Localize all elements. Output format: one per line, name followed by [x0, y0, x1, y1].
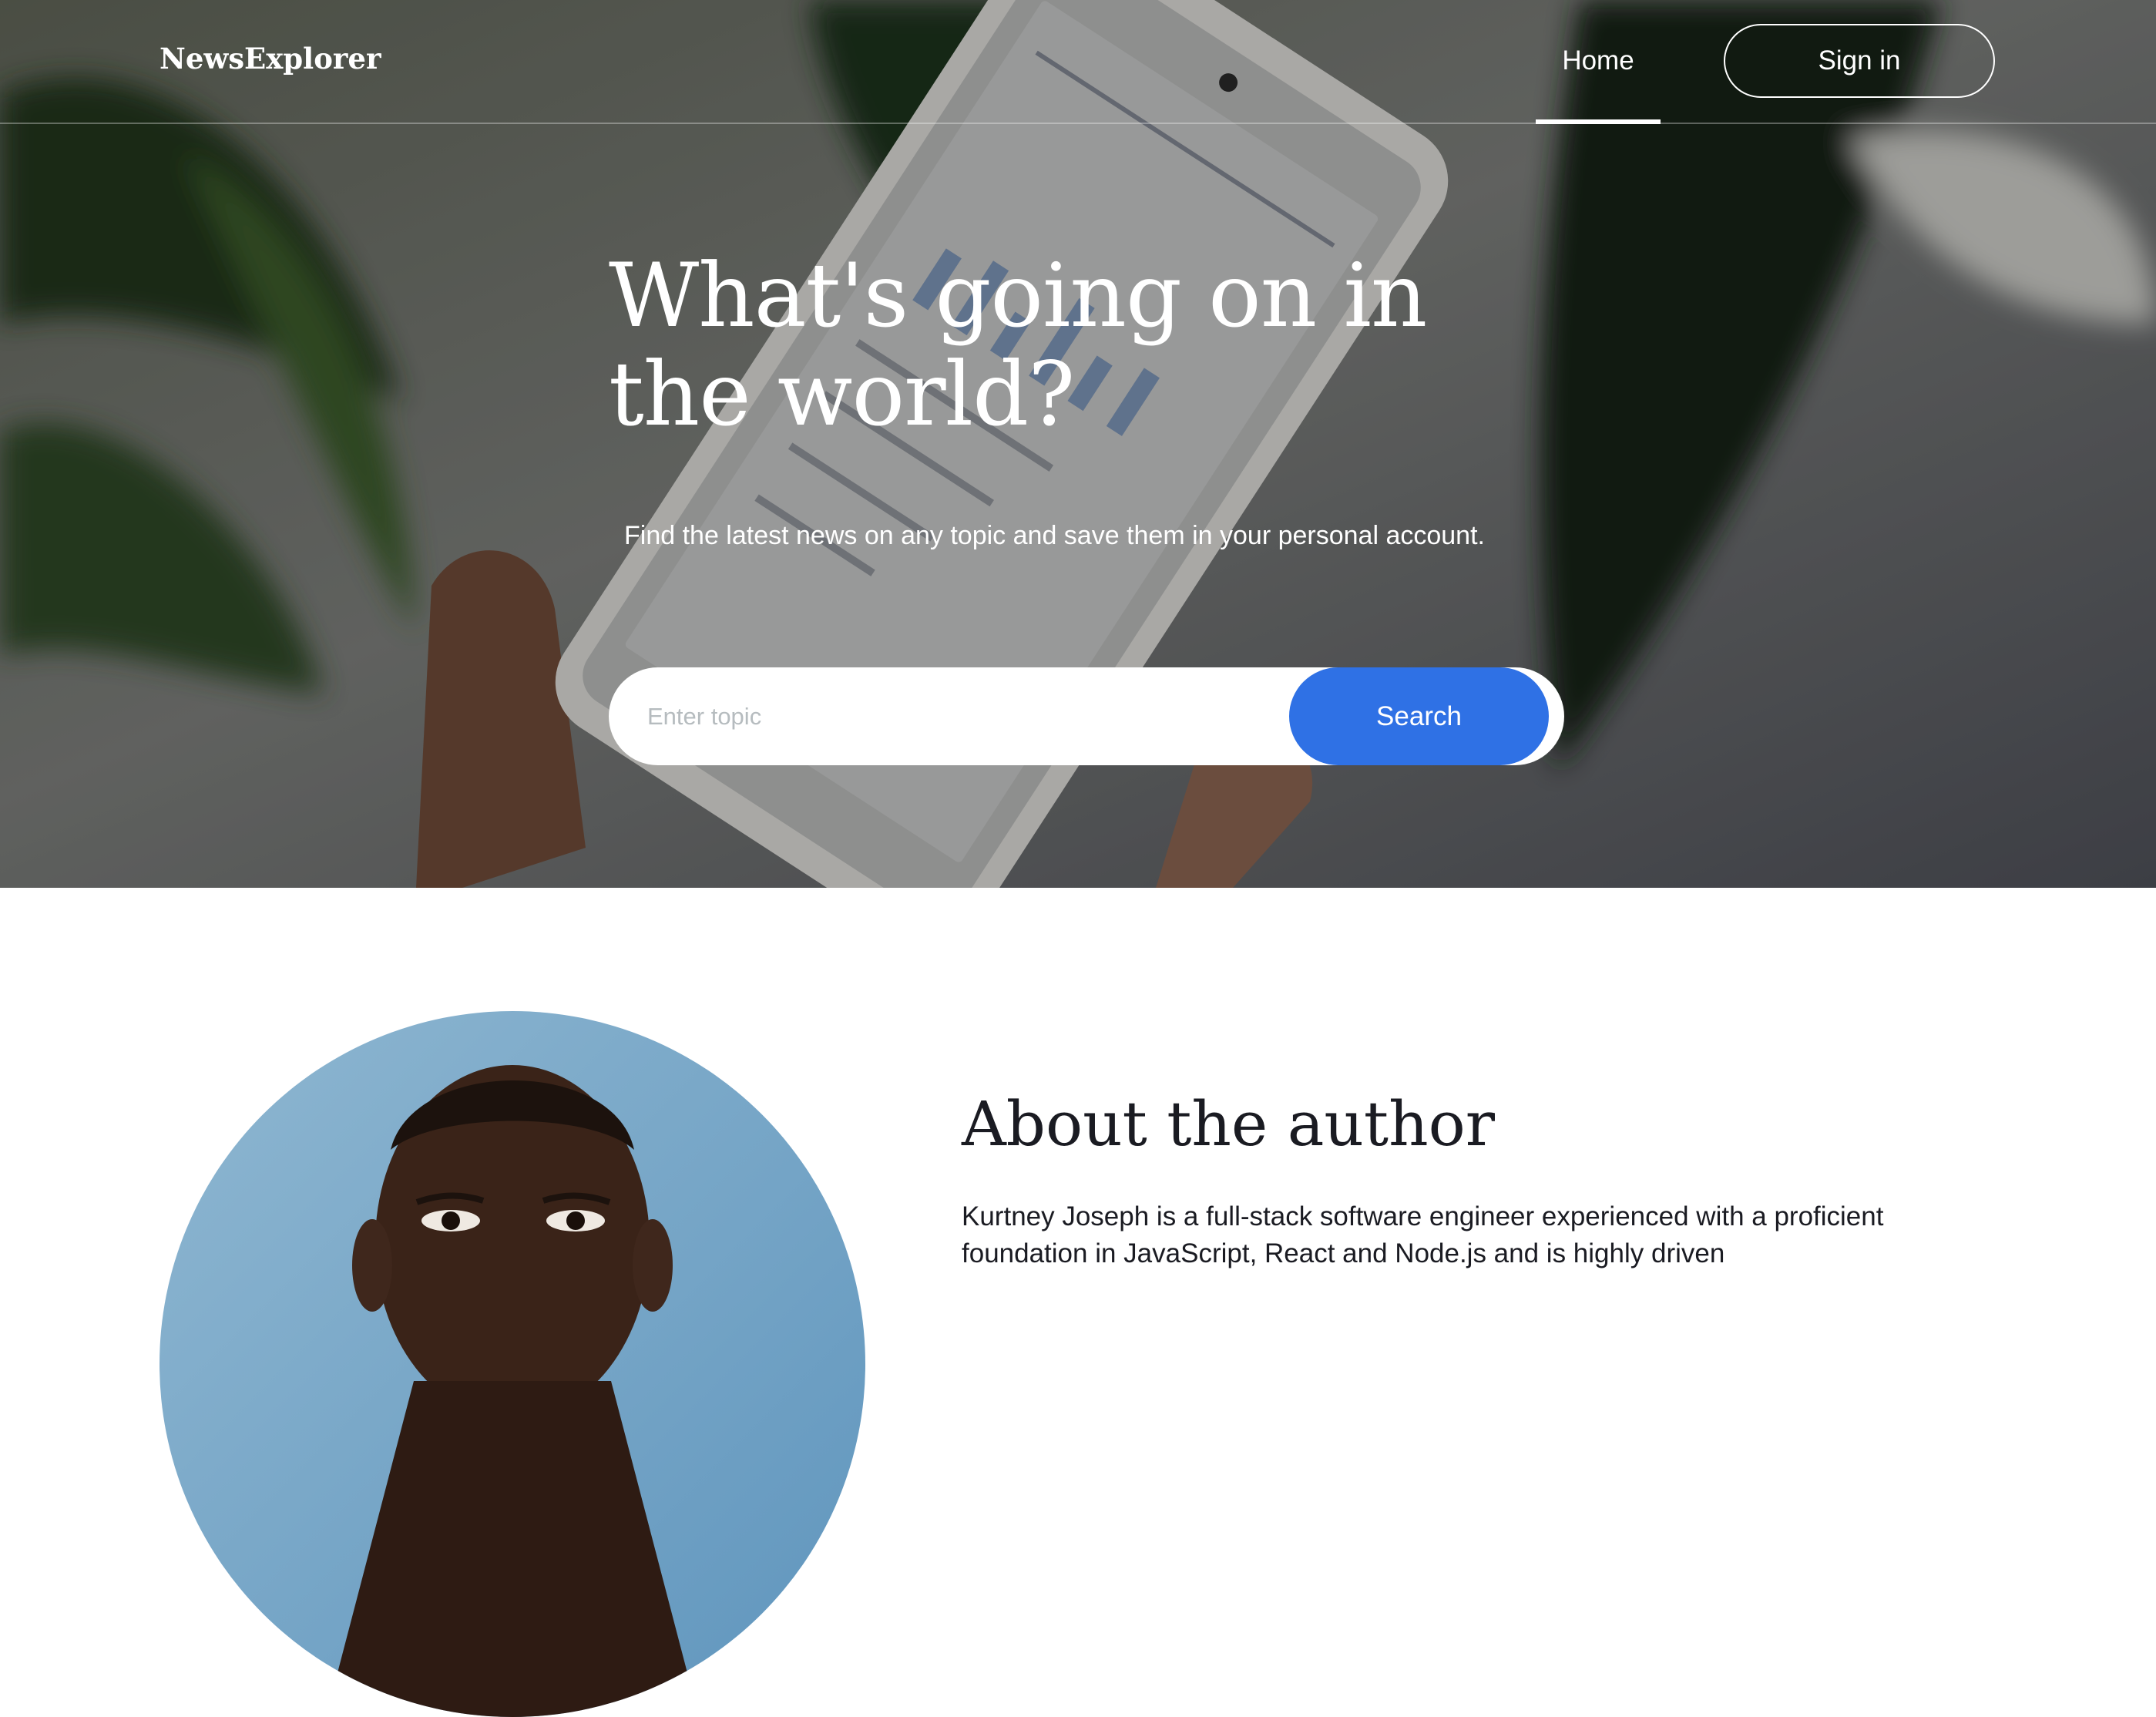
author-photo — [160, 1011, 865, 1717]
author-portrait-image — [160, 1011, 865, 1717]
logo[interactable]: NewsExplorer — [160, 42, 381, 76]
about-title: About the author — [962, 1088, 1495, 1160]
nav-home-link[interactable]: Home — [1536, 0, 1661, 124]
about-text: Kurtney Joseph is a full-stack software … — [962, 1201, 1884, 1268]
search-form: Search — [609, 667, 1564, 765]
site-header: NewsExplorer Home Sign in — [0, 0, 2156, 124]
hero-subtitle: Find the latest news on any topic and sa… — [624, 521, 1485, 550]
sign-in-button[interactable]: Sign in — [1724, 24, 1995, 98]
search-button[interactable]: Search — [1289, 667, 1549, 765]
hero-title: What's going on in the world? — [609, 244, 1427, 445]
hero-section: NewsExplorer Home Sign in What's going o… — [0, 0, 2156, 888]
